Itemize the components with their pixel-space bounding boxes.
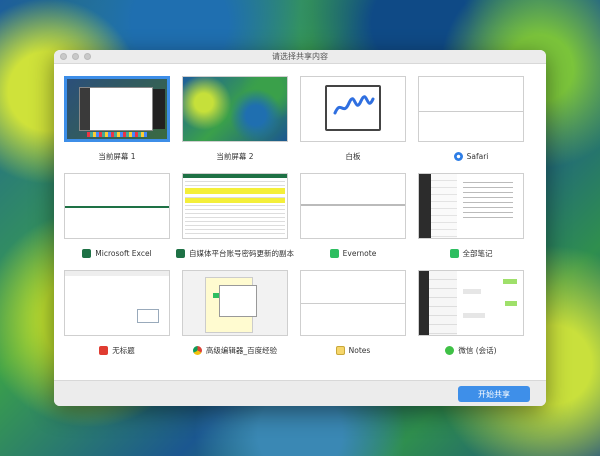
safari-thumbnail[interactable] xyxy=(418,76,524,142)
screen-2-thumbnail[interactable] xyxy=(182,76,288,142)
window-title: 请选择共享内容 xyxy=(272,52,328,61)
excel-document-thumbnail[interactable] xyxy=(182,173,288,239)
share-dialog: 请选择共享内容 当前屏幕 1 当前屏幕 2 白板 Safari Microsof… xyxy=(54,50,546,406)
share-option-excel[interactable]: Microsoft Excel xyxy=(64,173,170,260)
evernote-icon xyxy=(329,248,339,258)
start-sharing-button[interactable]: 开始共享 xyxy=(458,386,530,402)
whiteboard-thumbnail[interactable] xyxy=(300,76,406,142)
option-label: 当前屏幕 2 xyxy=(216,151,254,161)
wechat-icon xyxy=(445,345,455,355)
pdf-icon xyxy=(99,345,109,355)
share-option-whiteboard[interactable]: 白板 xyxy=(300,76,406,163)
share-option-wechat[interactable]: 微信 (会话) xyxy=(418,270,524,357)
option-label: 全部笔记 xyxy=(462,248,493,258)
notes-icon xyxy=(335,345,345,355)
option-label: 自媒体平台账号密码更新的副本 xyxy=(189,248,294,258)
safari-icon xyxy=(453,151,463,161)
option-label: Notes xyxy=(348,345,371,355)
untitled-thumbnail[interactable] xyxy=(64,270,170,336)
whiteboard-icon xyxy=(325,85,381,131)
chrome-thumbnail[interactable] xyxy=(182,270,288,336)
share-option-chrome[interactable]: 高级编辑器_百度经验 xyxy=(182,270,288,357)
screen-1-thumbnail[interactable] xyxy=(64,76,170,142)
option-label: Safari xyxy=(466,151,489,161)
option-label: 白板 xyxy=(345,151,361,161)
share-option-excel-document[interactable]: 自媒体平台账号密码更新的副本 xyxy=(176,173,294,260)
wechat-thumbnail[interactable] xyxy=(418,270,524,336)
title-bar: 请选择共享内容 xyxy=(54,50,546,64)
share-option-untitled[interactable]: 无标题 xyxy=(64,270,170,357)
option-label: 高级编辑器_百度经验 xyxy=(205,345,278,355)
excel-icon xyxy=(82,248,92,258)
option-label: 无标题 xyxy=(112,345,135,355)
option-label: Microsoft Excel xyxy=(95,248,152,258)
evernote-thumbnail[interactable] xyxy=(300,173,406,239)
share-options-grid: 当前屏幕 1 当前屏幕 2 白板 Safari Microsoft Excel … xyxy=(64,76,536,357)
share-option-evernote[interactable]: Evernote xyxy=(300,173,406,260)
share-option-notes[interactable]: Notes xyxy=(300,270,406,357)
excel-thumbnail[interactable] xyxy=(64,173,170,239)
option-label: 当前屏幕 1 xyxy=(98,151,136,161)
chrome-icon xyxy=(192,345,202,355)
option-label: 微信 (会话) xyxy=(458,345,497,355)
notes-thumbnail[interactable] xyxy=(300,270,406,336)
share-option-screen-1[interactable]: 当前屏幕 1 xyxy=(64,76,170,163)
evernote-icon xyxy=(449,248,459,258)
option-label: Evernote xyxy=(342,248,377,258)
bottom-bar: 开始共享 xyxy=(54,380,546,406)
share-option-all-notes[interactable]: 全部笔记 xyxy=(418,173,524,260)
share-option-screen-2[interactable]: 当前屏幕 2 xyxy=(182,76,288,163)
excel-icon xyxy=(176,248,185,258)
share-option-safari[interactable]: Safari xyxy=(418,76,524,163)
all-notes-thumbnail[interactable] xyxy=(418,173,524,239)
